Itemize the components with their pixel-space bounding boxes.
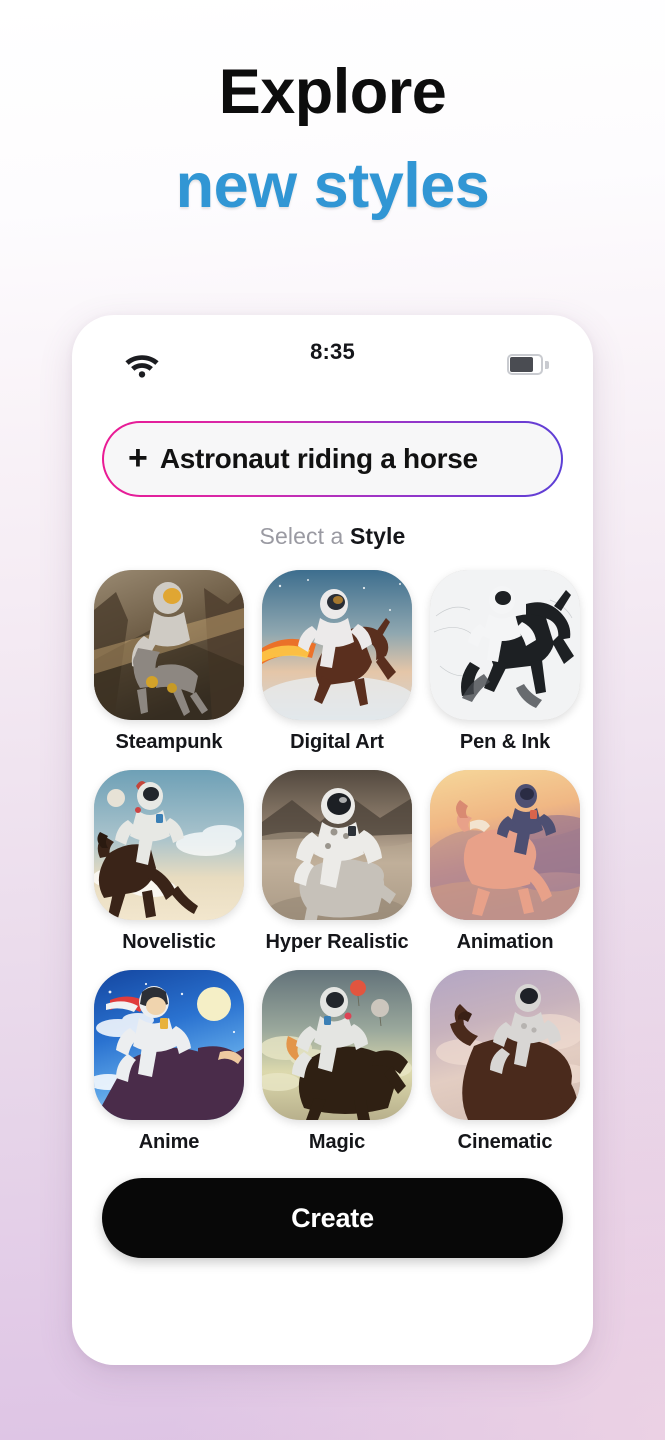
cinematic-thumbnail[interactable] — [430, 970, 580, 1120]
style-option-cinematic[interactable]: Cinematic — [430, 970, 580, 1154]
style-option-hyper-realistic[interactable]: Hyper Realistic — [262, 770, 412, 954]
style-option-anime[interactable]: Anime — [94, 970, 244, 1154]
style-label: Digital Art — [290, 731, 384, 753]
novelistic-thumbnail[interactable] — [94, 770, 244, 920]
hyper-realistic-thumbnail[interactable] — [262, 770, 412, 920]
battery-icon — [507, 353, 549, 375]
steampunk-thumbnail[interactable] — [94, 570, 244, 720]
style-label: Animation — [456, 931, 554, 953]
plus-icon[interactable]: + — [128, 441, 148, 475]
style-label: Anime — [138, 1131, 200, 1153]
prompt-input[interactable]: + Astronaut riding a horse — [102, 421, 563, 497]
create-section: Create — [72, 1154, 593, 1258]
style-label: Hyper Realistic — [265, 931, 409, 953]
style-label: Cinematic — [457, 1131, 553, 1153]
style-label: Pen & Ink — [459, 731, 551, 753]
style-option-animation[interactable]: Animation — [430, 770, 580, 954]
create-button-label: Create — [291, 1202, 374, 1233]
pen-and-ink-thumbnail[interactable] — [430, 570, 580, 720]
prompt-section: + Astronaut riding a horse — [72, 393, 593, 497]
style-label: Novelistic — [122, 931, 216, 953]
headline-line-2: new styles — [175, 151, 490, 222]
style-option-steampunk[interactable]: Steampunk — [94, 570, 244, 754]
style-grid: Steampunk Digital Art Pen & Ink Novelist… — [72, 570, 593, 1154]
digital-art-thumbnail[interactable] — [262, 570, 412, 720]
status-bar: 8:35 — [72, 315, 593, 393]
anime-thumbnail[interactable] — [94, 970, 244, 1120]
style-label: Magic — [308, 1131, 366, 1153]
style-option-digital-art[interactable]: Digital Art — [262, 570, 412, 754]
magic-thumbnail[interactable] — [262, 970, 412, 1120]
select-style-label-bold: Style — [349, 523, 406, 549]
select-style-label: Select a Style — [72, 523, 593, 550]
page-headline: Explore new styles — [0, 58, 665, 220]
phone-mockup: 8:35 + Astronaut riding a horse Select a… — [72, 315, 593, 1365]
style-label: Steampunk — [115, 731, 223, 753]
headline-line-1: Explore — [218, 57, 447, 127]
create-button[interactable]: Create — [102, 1178, 563, 1258]
style-option-novelistic[interactable]: Novelistic — [94, 770, 244, 954]
select-style-label-light: Select a — [259, 523, 350, 549]
style-option-magic[interactable]: Magic — [262, 970, 412, 1154]
prompt-input-value: Astronaut riding a horse — [159, 443, 478, 474]
style-option-pen-and-ink[interactable]: Pen & Ink — [430, 570, 580, 754]
animation-thumbnail[interactable] — [430, 770, 580, 920]
